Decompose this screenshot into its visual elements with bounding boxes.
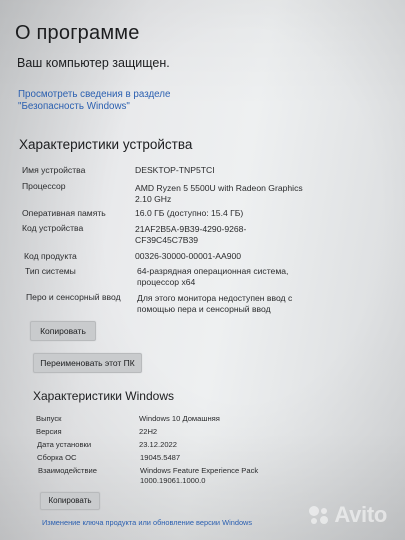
experience-value: Windows Feature Experience Pack 1000.190… — [140, 466, 259, 485]
os-build-label: Сборка ОС — [37, 453, 77, 462]
processor-value: AMD Ryzen 5 5500U with Radeon Graphics 2… — [135, 183, 303, 204]
device-name-label: Имя устройства — [22, 165, 86, 175]
device-id-value: 21AF2B5A-9B39-4290-9268- CF39C45C7B39 — [135, 224, 247, 245]
windows-spec-title: Характеристики Windows — [33, 389, 174, 403]
edition-value: Windows 10 Домашняя — [139, 414, 220, 423]
device-id-label: Код устройства — [22, 223, 84, 233]
device-spec-title: Характеристики устройства — [19, 137, 193, 152]
version-label: Версия — [36, 427, 62, 436]
avito-logo-icon — [309, 505, 329, 525]
edition-label: Выпуск — [36, 414, 62, 423]
processor-label: Процессор — [22, 181, 66, 191]
avito-watermark-text: Avito — [334, 502, 387, 527]
product-id-label: Код продукта — [24, 251, 77, 261]
copy-device-spec-button[interactable]: Копировать — [30, 321, 96, 341]
device-name-value: DESKTOP-TNP5TCI — [135, 165, 215, 175]
rename-pc-button[interactable]: Переименовать этот ПК — [33, 353, 142, 373]
change-product-key-link[interactable]: Изменение ключа продукта или обновление … — [42, 518, 252, 527]
product-id-value: 00326-30000-00001-AA900 — [135, 251, 242, 261]
ram-value: 16.0 ГБ (доступно: 15.4 ГБ) — [135, 208, 244, 218]
experience-label: Взаимодействие — [38, 466, 97, 475]
security-details-link[interactable]: Просмотреть сведения в разделе "Безопасн… — [18, 89, 238, 113]
pen-touch-value: Для этого монитора недоступен ввод с пом… — [137, 293, 293, 314]
system-type-label: Тип системы — [25, 266, 76, 276]
avito-watermark: Avito — [309, 502, 387, 528]
ram-label: Оперативная память — [22, 208, 106, 218]
pen-touch-label: Перо и сенсорный ввод — [26, 292, 121, 302]
version-value: 22H2 — [139, 427, 158, 436]
copy-windows-spec-button[interactable]: Копировать — [40, 492, 100, 510]
system-type-value: 64-разрядная операционная система, проце… — [137, 266, 289, 287]
security-status: Ваш компьютер защищен. — [17, 56, 170, 70]
install-date-value: 23.12.2022 — [139, 440, 178, 449]
install-date-label: Дата установки — [37, 440, 92, 449]
os-build-value: 19045.5487 — [140, 453, 181, 462]
page-title: О программе — [15, 22, 140, 44]
